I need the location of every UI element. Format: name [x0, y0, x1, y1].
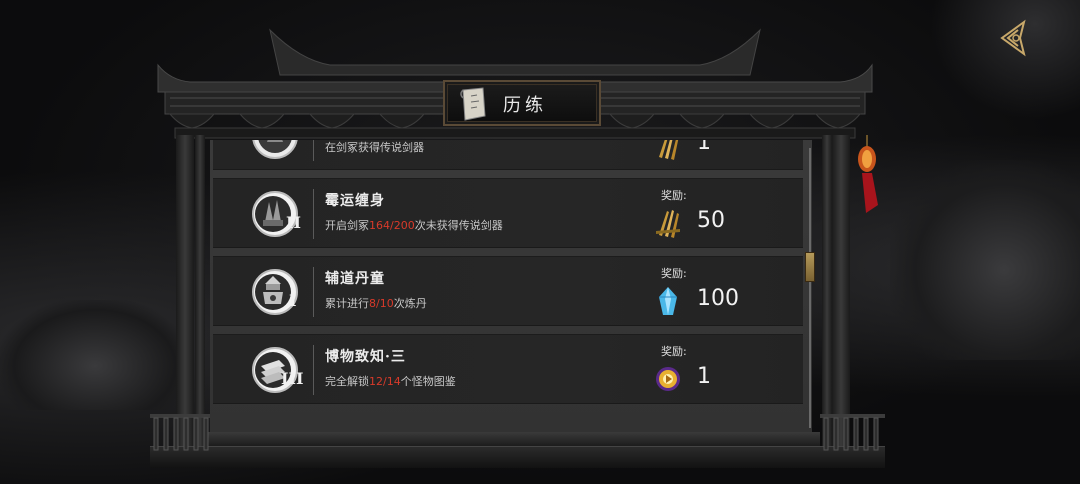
rock-decoration-right [890, 160, 1080, 360]
achievement-name: 博物致知·三 [325, 349, 406, 365]
tier-label: I [289, 291, 297, 310]
scrollbar-thumb[interactable] [805, 252, 815, 282]
gold-sword-bundle-icon [656, 210, 680, 238]
row-divider [313, 140, 314, 161]
reward-label: 奖励: [661, 267, 687, 280]
base-beam-upper [205, 432, 820, 446]
scrollbar-track [809, 148, 811, 428]
row-divider [313, 189, 314, 239]
achievement-description: 累计进行8/10次炼丹 [325, 297, 427, 310]
railing-left [150, 414, 210, 451]
rock-decoration-left [0, 300, 190, 410]
base-beam [150, 446, 885, 468]
row-divider [313, 345, 314, 395]
pillar-right-inner [822, 135, 832, 455]
achievement-list: 在剑冢获得传说剑器 1 II 霉运缠身 开启剑冢164/200次未获得传说剑器 … [210, 140, 806, 412]
pillar-left-outer [176, 135, 194, 455]
achievement-row[interactable]: II 霉运缠身 开启剑冢164/200次未获得传说剑器 奖励: 50 [213, 178, 803, 248]
achievement-name: 霉运缠身 [325, 193, 385, 209]
blue-crystal-icon [659, 287, 677, 315]
reward-label: 奖励: [661, 189, 687, 202]
tier-label: II [286, 213, 301, 232]
achievement-badge-icon [252, 140, 298, 159]
achievement-list-panel[interactable]: 在剑冢获得传说剑器 1 II 霉运缠身 开启剑冢164/200次未获得传说剑器 … [210, 140, 812, 432]
title-plaque: 历练 [443, 80, 601, 126]
tier-label: III [281, 369, 304, 388]
reward-amount: 1 [697, 364, 711, 389]
page-title: 历练 [503, 95, 547, 116]
achievement-row[interactable]: 在剑冢获得传说剑器 1 [213, 140, 803, 170]
pillar-right-outer [832, 135, 850, 455]
reward-amount: 50 [697, 208, 725, 233]
golden-orb-icon [656, 367, 680, 391]
gold-sword-bundle-icon [659, 140, 679, 160]
achievement-description: 在剑冢获得传说剑器 [325, 141, 424, 154]
achievement-description: 开启剑冢164/200次未获得传说剑器 [325, 219, 503, 232]
achievement-description: 完全解锁12/14个怪物图鉴 [325, 375, 456, 388]
reward-label: 奖励: [661, 345, 687, 358]
reward-amount: 100 [697, 286, 739, 311]
lantern-icon [858, 135, 878, 213]
back-icon[interactable] [994, 18, 1034, 58]
railing-right [820, 414, 885, 451]
list-scrollbar[interactable] [805, 148, 815, 428]
reward-amount: 1 [697, 140, 711, 155]
achievement-row[interactable]: I 辅道丹童 累计进行8/10次炼丹 奖励: 100 [213, 256, 803, 326]
scroll-icon [460, 87, 486, 121]
row-divider [313, 267, 314, 317]
pillar-left-inner [195, 135, 205, 455]
achievement-row[interactable]: III 博物致知·三 完全解锁12/14个怪物图鉴 奖励: 1 [213, 334, 803, 404]
achievement-name: 辅道丹童 [325, 271, 385, 287]
